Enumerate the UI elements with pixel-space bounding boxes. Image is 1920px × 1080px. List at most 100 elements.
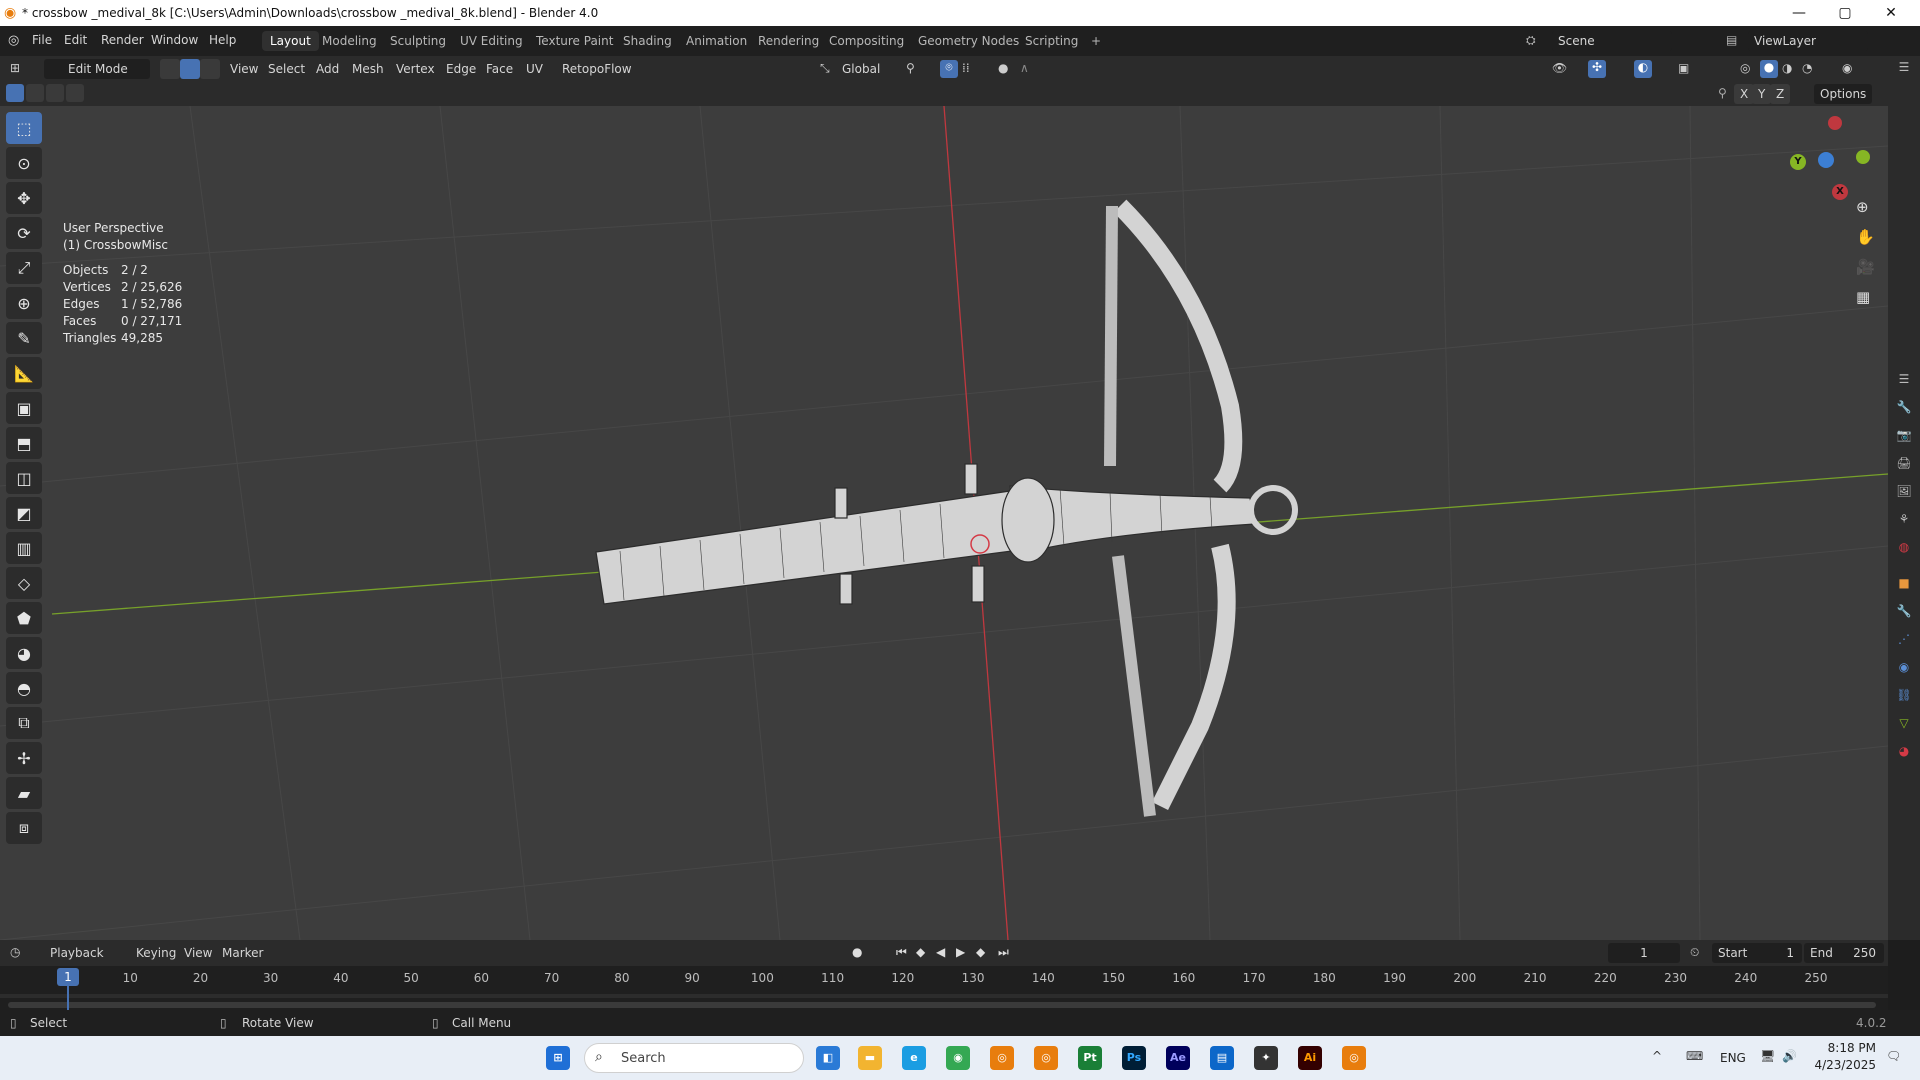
shear-tool-icon[interactable]: ▰ xyxy=(6,777,42,809)
shrink-fatten-tool-icon[interactable]: ✢ xyxy=(6,742,42,774)
pan-hand-icon[interactable]: ✋ xyxy=(1856,228,1875,246)
zoom-icon[interactable]: ⊕ xyxy=(1856,198,1869,216)
tab-compositing[interactable]: Compositing xyxy=(821,31,912,51)
editor-type-icon[interactable]: ⊞ xyxy=(10,61,20,75)
timeline-scrollbar[interactable] xyxy=(8,1002,1876,1008)
scene-selector[interactable]: Scene xyxy=(1552,31,1672,51)
menu-face[interactable]: Face xyxy=(480,59,519,79)
view-layer-selector[interactable]: ViewLayer xyxy=(1748,31,1868,51)
constraints-properties-icon[interactable]: ⛓ xyxy=(1896,688,1912,704)
tab-sculpting[interactable]: Sculpting xyxy=(382,31,454,51)
spin-tool-icon[interactable]: ◕ xyxy=(6,637,42,669)
knife-tool-icon[interactable]: ◇ xyxy=(6,567,42,599)
maximize-button[interactable]: ▢ xyxy=(1822,0,1868,26)
select-extend-icon[interactable] xyxy=(26,84,44,102)
menu-edge[interactable]: Edge xyxy=(440,59,482,79)
view-layer-properties-icon[interactable]: 🖼 xyxy=(1896,484,1912,500)
object-properties-icon[interactable]: ■ xyxy=(1896,576,1912,592)
rendered-shading-icon[interactable]: ◔ xyxy=(1802,61,1812,75)
particles-properties-icon[interactable]: ⋰ xyxy=(1896,632,1912,648)
tab-geometry-nodes[interactable]: Geometry Nodes xyxy=(910,31,1027,51)
extrude-tool-icon[interactable]: ⬒ xyxy=(6,427,42,459)
menu-view[interactable]: View xyxy=(224,59,264,79)
keyboard-icon[interactable]: ⌨ xyxy=(1686,1049,1703,1063)
keying-menu[interactable]: Keying xyxy=(130,943,182,963)
outliner-toggle-icon[interactable]: ☰ xyxy=(1896,60,1912,76)
tray-chevron-icon[interactable]: ^ xyxy=(1652,1049,1662,1063)
select-box-tool-icon[interactable]: ⬚ xyxy=(6,112,42,144)
timeline-editor-icon[interactable]: ◷ xyxy=(10,945,20,959)
start-frame-field[interactable]: Start 1 xyxy=(1712,943,1802,963)
menu-mesh[interactable]: Mesh xyxy=(346,59,390,79)
annotate-tool-icon[interactable]: ✎ xyxy=(6,322,42,354)
modifier-properties-icon[interactable]: 🔧 xyxy=(1896,604,1912,620)
navigation-gizmo[interactable]: Y X xyxy=(1790,112,1876,200)
move-tool-icon[interactable]: ✥ xyxy=(6,182,42,214)
file-explorer-icon[interactable]: ▬ xyxy=(858,1046,882,1070)
tab-rendering[interactable]: Rendering xyxy=(750,31,827,51)
edge-select-icon[interactable] xyxy=(180,59,200,79)
tab-shading[interactable]: Shading xyxy=(615,31,680,51)
language-indicator[interactable]: ENG xyxy=(1720,1051,1746,1065)
minimize-button[interactable]: — xyxy=(1776,0,1822,26)
scale-tool-icon[interactable]: ⤢ xyxy=(6,252,42,284)
zbrush-icon[interactable]: ✦ xyxy=(1254,1046,1278,1070)
blender-app-icon-2[interactable]: ◎ xyxy=(1034,1046,1058,1070)
orientation-selector[interactable]: Global xyxy=(836,59,886,79)
blender-menu-icon[interactable]: ◎ xyxy=(8,33,19,48)
crossbow-mesh[interactable] xyxy=(595,199,1298,817)
select-invert-icon[interactable] xyxy=(66,84,84,102)
store-icon[interactable]: ▤ xyxy=(1210,1046,1234,1070)
select-subtract-icon[interactable] xyxy=(46,84,64,102)
jump-start-icon[interactable]: ⏮ xyxy=(896,945,907,960)
chrome-icon[interactable]: ◉ xyxy=(946,1046,970,1070)
clock-date[interactable]: 4/23/2025 xyxy=(1810,1058,1876,1072)
play-reverse-icon[interactable]: ◀ xyxy=(936,945,945,959)
smooth-tool-icon[interactable]: ◓ xyxy=(6,672,42,704)
visibility-icon[interactable]: 👁 xyxy=(1552,61,1567,75)
gizmo-toggle-icon[interactable]: ✣ xyxy=(1588,60,1606,78)
retopoflow-menu[interactable]: RetopoFlow xyxy=(556,59,638,79)
camera-icon[interactable]: 🎥 xyxy=(1856,258,1875,276)
menu-help[interactable]: Help xyxy=(209,33,236,47)
data-properties-icon[interactable]: ▽ xyxy=(1896,716,1912,732)
physics-properties-icon[interactable]: ◉ xyxy=(1896,660,1912,676)
snap-icon[interactable]: ⌾ xyxy=(940,60,958,78)
current-frame-field[interactable]: 1 xyxy=(1608,943,1680,963)
bevel-tool-icon[interactable]: ◩ xyxy=(6,497,42,529)
measure-tool-icon[interactable]: 📐 xyxy=(6,357,42,389)
tab-texture-paint[interactable]: Texture Paint xyxy=(528,31,621,51)
output-properties-icon[interactable]: 🖨 xyxy=(1896,456,1912,472)
transform-tool-icon[interactable]: ⊕ xyxy=(6,287,42,319)
menu-add[interactable]: Add xyxy=(310,59,345,79)
mirror-z-toggle[interactable]: Z xyxy=(1770,84,1791,104)
rip-tool-icon[interactable]: ⧈ xyxy=(6,812,42,844)
properties-toggle-icon[interactable]: ☰ xyxy=(1896,372,1912,388)
pycharm-icon[interactable]: Pt xyxy=(1078,1046,1102,1070)
solid-shading-icon[interactable]: ● xyxy=(1760,60,1778,78)
playhead[interactable]: 1 xyxy=(57,968,79,986)
xray-icon[interactable]: ▣ xyxy=(1678,61,1689,75)
jump-end-icon[interactable]: ⏭ xyxy=(998,945,1009,960)
close-button[interactable]: ✕ xyxy=(1868,0,1914,26)
render-properties-icon[interactable]: 📷 xyxy=(1896,428,1912,444)
menu-uv[interactable]: UV xyxy=(520,59,549,79)
add-workspace-button[interactable]: + xyxy=(1083,31,1109,51)
gizmo-y-neg[interactable] xyxy=(1856,150,1870,164)
tab-scripting[interactable]: Scripting xyxy=(1017,31,1086,51)
tab-animation[interactable]: Animation xyxy=(678,31,755,51)
timeline-view-menu[interactable]: View xyxy=(178,943,218,963)
tool-properties-icon[interactable]: 🔧 xyxy=(1896,400,1912,416)
menu-render[interactable]: Render xyxy=(101,33,144,47)
snap-target-icon[interactable]: ⁞⁞ xyxy=(962,61,970,75)
timeline-marker-menu[interactable]: Marker xyxy=(216,943,269,963)
wireframe-shading-icon[interactable]: ◎ xyxy=(1740,61,1750,75)
loop-cut-tool-icon[interactable]: ▥ xyxy=(6,532,42,564)
add-cube-tool-icon[interactable]: ▣ xyxy=(6,392,42,424)
render-toggle-icon[interactable]: ◉ xyxy=(1842,61,1852,75)
gizmo-x-neg[interactable] xyxy=(1828,116,1842,130)
poly-build-tool-icon[interactable]: ⬟ xyxy=(6,602,42,634)
rotate-tool-icon[interactable]: ⟳ xyxy=(6,217,42,249)
menu-vertex[interactable]: Vertex xyxy=(390,59,441,79)
pivot-icon[interactable]: ⚲ xyxy=(906,61,915,75)
